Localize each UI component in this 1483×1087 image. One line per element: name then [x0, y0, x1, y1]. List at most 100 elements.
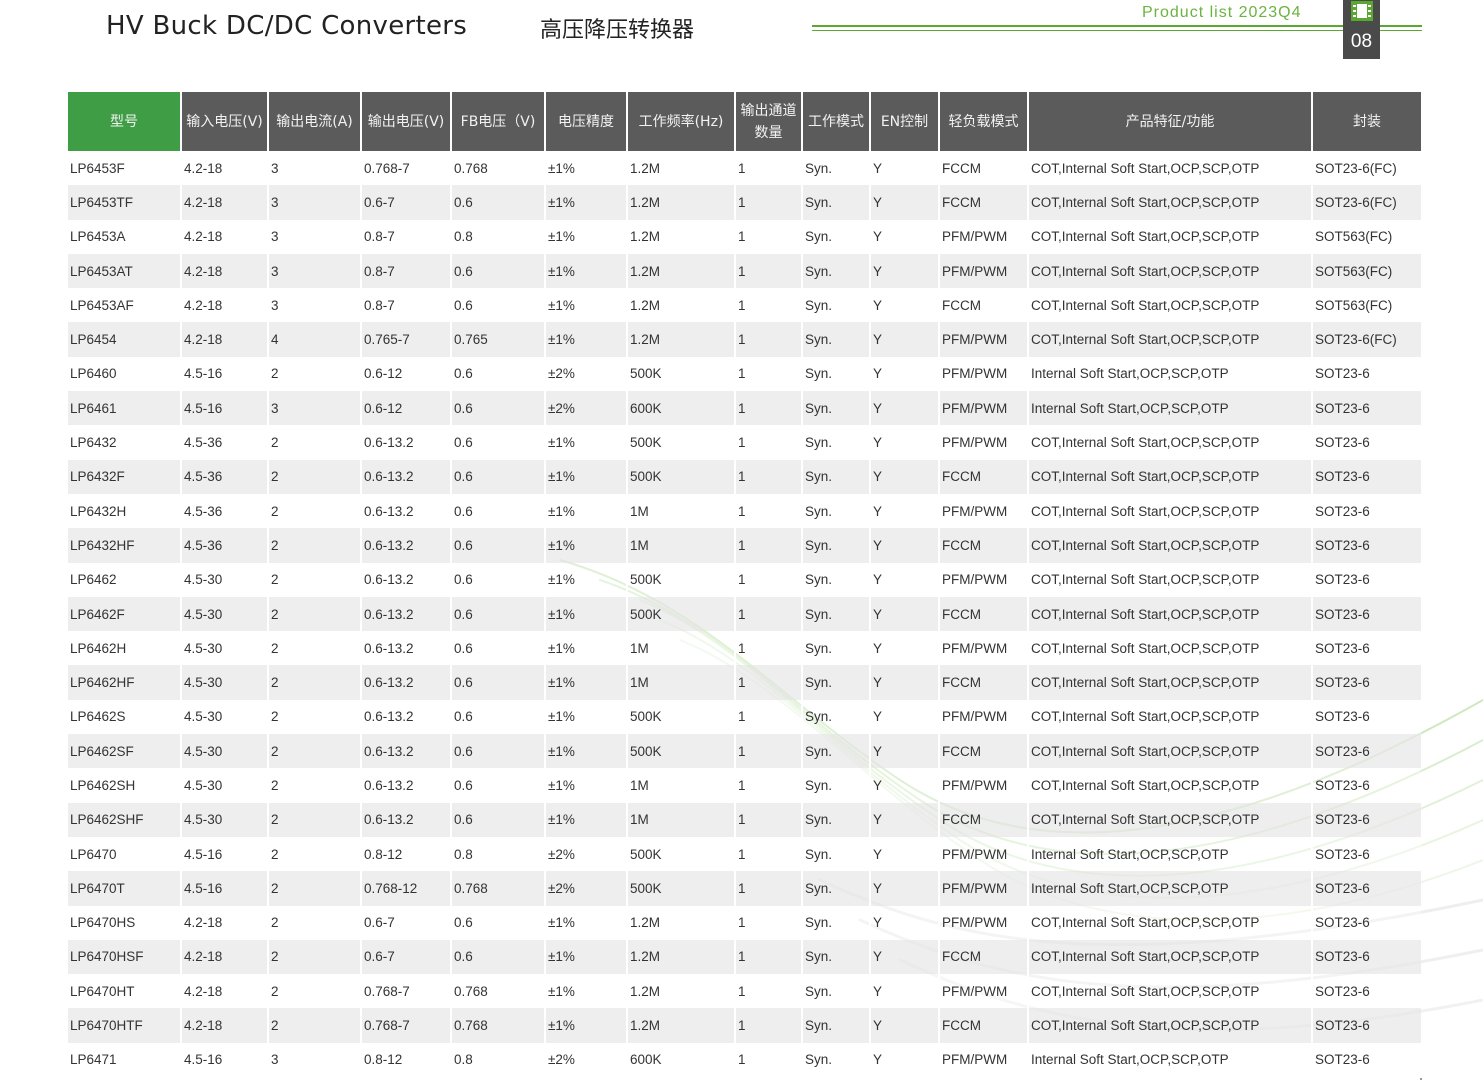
table-row: LP6453F 4.2-18 3 0.768-7 0.768 ±1% 1.2M 1 Syn. Y F… — [68, 151, 1421, 186]
cell-input-voltage: 4.2-18 — [182, 939, 269, 975]
cell-channels: 1 — [736, 665, 803, 700]
cell-light-load-mode: FCCM — [940, 185, 1029, 220]
cell-model: LP6462SHF — [68, 802, 182, 837]
cell-model: LP6460 — [68, 356, 182, 392]
cell-model: LP6453A — [68, 219, 182, 254]
table-row: LP6453AF 4.2-18 3 0.8-7 0.6 ±1% 1.2M 1 Syn. Y FCCM… — [68, 288, 1421, 323]
cell-features: Internal Soft Start,OCP,SCP,OTP — [1029, 836, 1313, 872]
table-row: LP6470HTF 4.2-18 2 0.768-7 0.768 ±1% 1.2M 1 Syn.… — [68, 1008, 1421, 1043]
cell-mode: Syn. — [803, 493, 871, 529]
cell-package: SOT23-6 — [1313, 734, 1421, 769]
column-header-en-control: EN控制 — [871, 92, 940, 151]
cell-frequency: 500K — [628, 699, 736, 735]
cell-output-current: 4 — [269, 322, 362, 357]
cell-en-control: Y — [871, 734, 940, 769]
cell-frequency: 1.2M — [628, 1008, 736, 1043]
cell-input-voltage: 4.5-30 — [182, 665, 269, 700]
cell-package: SOT23-6 — [1313, 493, 1421, 529]
cell-light-load-mode: PFM/PWM — [940, 391, 1029, 426]
cell-model: LP6453TF — [68, 185, 182, 220]
cell-output-voltage: 0.6-7 — [362, 185, 452, 220]
table-row: LP6432F 4.5-36 2 0.6-13.2 0.6 ±1% 500K 1 Syn. Y FC… — [68, 459, 1421, 494]
cell-model: LP6462HF — [68, 665, 182, 700]
cell-input-voltage: 4.5-16 — [182, 836, 269, 872]
cell-en-control: Y — [871, 836, 940, 872]
cell-output-current: 2 — [269, 699, 362, 735]
cell-output-current: 2 — [269, 459, 362, 494]
cell-features: COT,Internal Soft Start,OCP,SCP,OTP — [1029, 665, 1313, 700]
cell-input-voltage: 4.5-30 — [182, 699, 269, 735]
cell-input-voltage: 4.5-30 — [182, 734, 269, 769]
cell-channels: 1 — [736, 493, 803, 529]
cell-light-load-mode: PFM/PWM — [940, 219, 1029, 254]
cell-fb-voltage: 0.8 — [452, 836, 546, 872]
cell-mode: Syn. — [803, 185, 871, 220]
table-header-row: 型号 输入电压(V) 输出电流(A) 输出电压(V) FB电压（V) 电压精度 … — [68, 92, 1421, 151]
cell-mode: Syn. — [803, 871, 871, 906]
cell-voltage-accuracy: ±1% — [546, 974, 628, 1009]
cell-voltage-accuracy: ±1% — [546, 185, 628, 220]
cell-model: LP6462SH — [68, 768, 182, 803]
cell-voltage-accuracy: ±2% — [546, 1042, 628, 1078]
cell-light-load-mode: PFM/PWM — [940, 631, 1029, 666]
product-spec-table: 型号 输入电压(V) 输出电流(A) 输出电压(V) FB电压（V) 电压精度 … — [68, 92, 1421, 1078]
cell-voltage-accuracy: ±2% — [546, 836, 628, 872]
cell-light-load-mode: FCCM — [940, 459, 1029, 494]
cell-output-current: 2 — [269, 974, 362, 1009]
cell-output-voltage: 0.8-7 — [362, 253, 452, 289]
cell-package: SOT23-6 — [1313, 905, 1421, 940]
cell-fb-voltage: 0.6 — [452, 493, 546, 529]
cell-voltage-accuracy: ±1% — [546, 288, 628, 323]
cell-en-control: Y — [871, 459, 940, 494]
cell-output-voltage: 0.6-13.2 — [362, 768, 452, 803]
cell-mode: Syn. — [803, 596, 871, 632]
cell-channels: 1 — [736, 939, 803, 975]
cell-voltage-accuracy: ±1% — [546, 219, 628, 254]
cell-model: LP6470 — [68, 836, 182, 872]
table-body: LP6453F 4.2-18 3 0.768-7 0.768 ±1% 1.2M 1 Syn. Y F… — [68, 151, 1421, 1078]
cell-input-voltage: 4.2-18 — [182, 185, 269, 220]
cell-light-load-mode: FCCM — [940, 665, 1029, 700]
cell-voltage-accuracy: ±1% — [546, 151, 628, 186]
cell-output-current: 3 — [269, 185, 362, 220]
cell-input-voltage: 4.5-16 — [182, 1042, 269, 1078]
cell-light-load-mode: FCCM — [940, 288, 1029, 323]
cell-frequency: 500K — [628, 459, 736, 494]
cell-fb-voltage: 0.6 — [452, 459, 546, 494]
cell-model: LP6453AF — [68, 288, 182, 323]
cell-package: SOT23-6 — [1313, 836, 1421, 872]
cell-voltage-accuracy: ±1% — [546, 459, 628, 494]
column-header-light-load-mode: 轻负载模式 — [940, 92, 1029, 151]
cell-frequency: 1M — [628, 631, 736, 666]
cell-output-current: 2 — [269, 1008, 362, 1043]
cell-en-control: Y — [871, 974, 940, 1009]
cell-package: SOT23-6 — [1313, 665, 1421, 700]
cell-model: LP6462S — [68, 699, 182, 735]
cell-features: COT,Internal Soft Start,OCP,SCP,OTP — [1029, 596, 1313, 632]
cell-frequency: 1.2M — [628, 151, 736, 186]
cell-en-control: Y — [871, 1008, 940, 1043]
cell-channels: 1 — [736, 151, 803, 186]
cell-fb-voltage: 0.6 — [452, 768, 546, 803]
cell-output-voltage: 0.6-13.2 — [362, 699, 452, 735]
table-row: LP6432HF 4.5-36 2 0.6-13.2 0.6 ±1% 1M 1 Syn. Y FCC… — [68, 528, 1421, 563]
page-title-english: HV Buck DC/DC Converters — [106, 11, 468, 41]
cell-output-current: 2 — [269, 939, 362, 975]
cell-input-voltage: 4.5-30 — [182, 802, 269, 837]
cell-fb-voltage: 0.6 — [452, 596, 546, 632]
cell-mode: Syn. — [803, 1042, 871, 1078]
cell-mode: Syn. — [803, 699, 871, 735]
chip-icon — [1351, 1, 1373, 21]
cell-channels: 1 — [736, 699, 803, 735]
cell-output-current: 2 — [269, 528, 362, 563]
cell-package: SOT23-6 — [1313, 1008, 1421, 1043]
cell-voltage-accuracy: ±1% — [546, 665, 628, 700]
cell-model: LP6453AT — [68, 253, 182, 289]
cell-output-voltage: 0.6-13.2 — [362, 734, 452, 769]
cell-model: LP6462F — [68, 596, 182, 632]
cell-output-current: 2 — [269, 665, 362, 700]
cell-model: LP6462H — [68, 631, 182, 666]
cell-output-current: 2 — [269, 836, 362, 872]
cell-package: SOT23-6 — [1313, 631, 1421, 666]
cell-input-voltage: 4.5-36 — [182, 459, 269, 494]
